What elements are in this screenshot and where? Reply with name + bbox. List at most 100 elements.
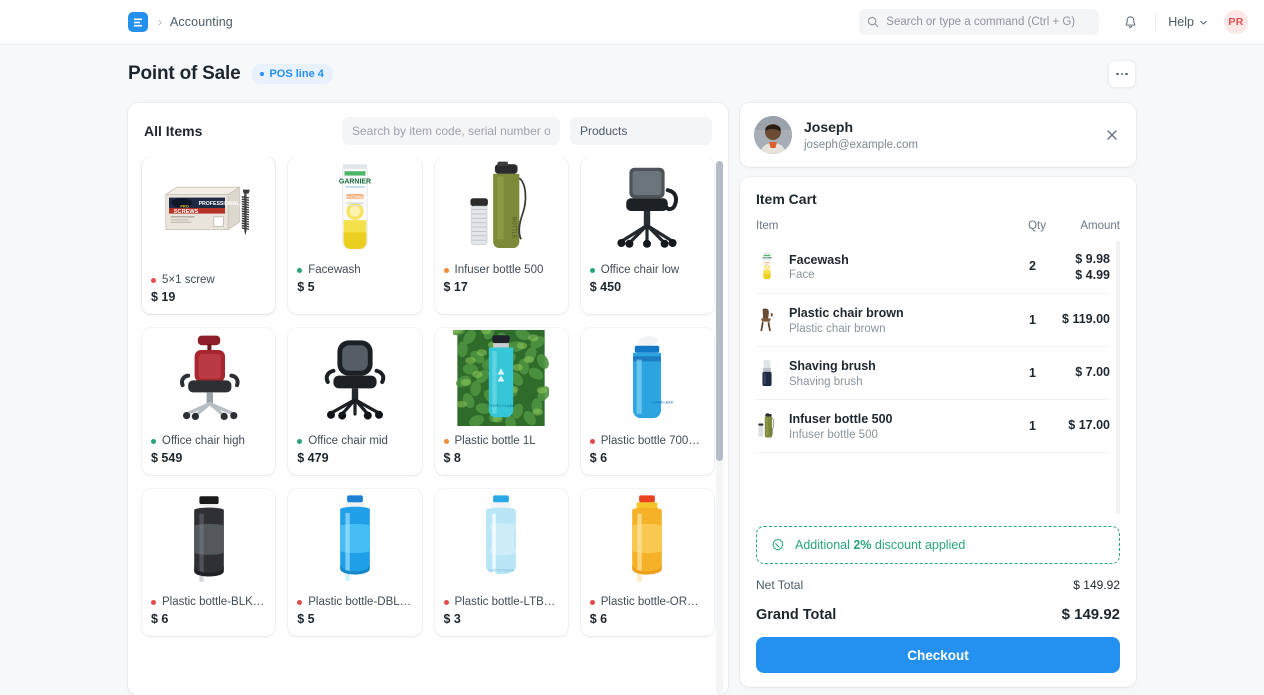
product-name: Infuser bottle 500 — [454, 264, 544, 276]
cart-item-thumbnail — [756, 358, 778, 388]
column-header-item: Item — [756, 220, 779, 232]
cart-item-text: Plastic chair brown Plastic chair brown — [789, 305, 982, 335]
product-price: $ 19 — [151, 290, 176, 304]
product-card[interactable]: Office chair low $ 450 — [580, 157, 714, 314]
product-card[interactable]: TUPPERWARE Plastic bottle-LTB… $ 3 — [434, 489, 568, 636]
discount-badge-icon — [772, 538, 784, 550]
item-group-filter-select[interactable]: Products — [570, 117, 712, 145]
product-name: Office chair high — [162, 435, 245, 447]
product-card[interactable]: HYDRO FLASK Plastic bottle 1L $ 8 — [434, 328, 568, 475]
cart-item-qty[interactable]: 1 — [982, 313, 1036, 327]
discount-prefix: Additional — [795, 538, 854, 552]
product-name: Plastic bottle-ORG… — [600, 596, 705, 608]
product-grid: PROFESSIONAL SCREWS PRO 5×1 screw $ 19 GARNIE… — [142, 157, 714, 650]
notifications-button[interactable] — [1117, 9, 1143, 35]
cart-item-qty[interactable]: 1 — [982, 419, 1036, 433]
product-name: Plastic bottle-DBL… — [308, 596, 412, 608]
navbar-right-group: Search or type a command (Ctrl + G) Help… — [859, 9, 1248, 35]
cart-row[interactable]: GARNIER Light Complete Facewash Face 2 $ 9.98… — [756, 239, 1110, 294]
item-search-input[interactable]: Search by item code, serial number or ba… — [342, 117, 560, 145]
app-logo-icon[interactable] — [128, 12, 148, 32]
product-name-row: Facewash — [297, 264, 412, 276]
more-options-button[interactable] — [1108, 60, 1136, 88]
item-cart-title: Item Cart — [756, 191, 817, 207]
product-card[interactable]: Plastic bottle-DBL… $ 5 — [288, 489, 422, 636]
product-card[interactable]: Plastic bottle-ORG… $ 6 — [580, 489, 714, 636]
totals-section: Net Total $ 149.92 Grand Total $ 149.92 … — [756, 564, 1120, 673]
product-card[interactable]: CAMELBAK Plastic bottle 700… $ 6 — [580, 328, 714, 475]
dot-icon — [1120, 72, 1124, 76]
cart-item-amount: $ 9.98 $ 4.99 — [1036, 251, 1110, 282]
customer-name: Joseph — [804, 119, 854, 136]
product-name-row: Office chair low — [589, 264, 705, 276]
product-price: $ 6 — [151, 612, 169, 626]
product-image — [142, 328, 276, 428]
product-name: Office chair low — [600, 264, 680, 276]
cart-row[interactable]: Shaving brush Shaving brush 1 $ 7.00 — [756, 347, 1110, 400]
product-price: $ 17 — [443, 280, 468, 294]
product-name-row: Plastic bottle-BLK… — [151, 596, 266, 608]
stock-status-dot-icon — [297, 267, 303, 273]
avatar-photo-icon — [754, 116, 792, 154]
product-price: $ 549 — [151, 451, 183, 465]
cart-row[interactable]: BOTTLE Infuser bottle 500 Infuser bottle 5… — [756, 400, 1110, 453]
product-image: BOTTLE — [434, 157, 568, 257]
cart-item-name: Infuser bottle 500 — [789, 411, 893, 426]
product-image — [142, 489, 276, 589]
product-card[interactable]: GARNIER Light Complete Facewash $ 5 — [288, 157, 422, 314]
product-card[interactable]: Office chair high $ 549 — [142, 328, 276, 475]
net-total-row: Net Total $ 149.92 — [756, 578, 1120, 592]
global-search-placeholder: Search or type a command (Ctrl + G) — [886, 16, 1076, 28]
navbar-divider — [1155, 13, 1157, 31]
status-badge[interactable]: POS line 4 — [252, 64, 333, 84]
stock-status-dot-icon — [151, 277, 156, 283]
product-name: Plastic bottle-BLK… — [162, 596, 265, 608]
product-card[interactable]: PROFESSIONAL SCREWS PRO 5×1 screw $ 19 — [142, 157, 276, 314]
global-search-input[interactable]: Search or type a command (Ctrl + G) — [859, 9, 1100, 35]
badge-dot-icon — [260, 72, 265, 76]
cart-item-qty[interactable]: 1 — [982, 366, 1036, 380]
svg-text:SCREWS: SCREWS — [173, 209, 198, 215]
page-title: Point of Sale — [128, 63, 241, 84]
product-meta: Plastic bottle-LTB… $ 3 — [435, 589, 568, 636]
svg-text:HYDRO FLASK: HYDRO FLASK — [487, 403, 515, 408]
cart-row[interactable]: Plastic chair brown Plastic chair brown 1 $… — [756, 294, 1110, 347]
product-meta: Office chair low $ 450 — [581, 257, 714, 304]
cart-item-thumbnail: BOTTLE — [756, 411, 778, 441]
grand-total-label: Grand Total — [756, 606, 837, 623]
checkout-button[interactable]: Checkout — [756, 637, 1120, 673]
product-card[interactable]: Plastic bottle-BLK… $ 6 — [142, 489, 276, 636]
cart-item-description: Shaving brush — [789, 375, 863, 388]
cart-rows-container: GARNIER Light Complete Facewash Face 2 $ 9.98… — [756, 239, 1110, 453]
item-search-placeholder: Search by item code, serial number or ba… — [352, 124, 550, 138]
grand-total-value: $ 149.92 — [1061, 606, 1120, 623]
cart-item-qty[interactable]: 2 — [982, 259, 1036, 273]
product-name: Plastic bottle-LTB… — [454, 596, 556, 608]
product-meta: Plastic bottle 1L $ 8 — [435, 428, 568, 475]
help-menu-button[interactable]: Help — [1168, 15, 1208, 29]
customer-avatar — [754, 116, 792, 154]
cart-item-description: Infuser bottle 500 — [789, 428, 878, 441]
product-price: $ 5 — [297, 612, 315, 626]
product-image: TUPPERWARE — [434, 489, 568, 589]
product-name-row: Office chair mid — [297, 435, 412, 447]
top-navbar: › Accounting Search or type a command (C… — [0, 0, 1264, 45]
discount-value: 2% — [853, 538, 872, 552]
cart-item-rate: $ 4.99 — [1075, 267, 1110, 282]
items-scrollbar-thumb[interactable] — [716, 161, 723, 461]
customer-card[interactable]: Joseph joseph@example.com — [740, 103, 1136, 167]
product-image — [288, 328, 422, 428]
product-meta: Plastic bottle 700… $ 6 — [581, 428, 714, 475]
stock-status-dot-icon — [297, 599, 303, 605]
product-meta: Facewash $ 5 — [288, 257, 421, 304]
cart-item-name: Facewash — [789, 252, 849, 267]
customer-info: Joseph joseph@example.com — [804, 119, 918, 151]
remove-customer-button[interactable] — [1102, 125, 1122, 145]
user-avatar[interactable]: PR — [1224, 10, 1248, 34]
cart-scrollbar[interactable] — [1116, 241, 1120, 514]
product-card[interactable]: Office chair mid $ 479 — [288, 328, 422, 475]
product-price: $ 3 — [443, 612, 461, 626]
breadcrumb-accounting[interactable]: Accounting — [170, 15, 233, 29]
product-card[interactable]: BOTTLE Infuser bottle 500 $ 17 — [434, 157, 568, 314]
svg-text:PRO: PRO — [180, 204, 189, 209]
